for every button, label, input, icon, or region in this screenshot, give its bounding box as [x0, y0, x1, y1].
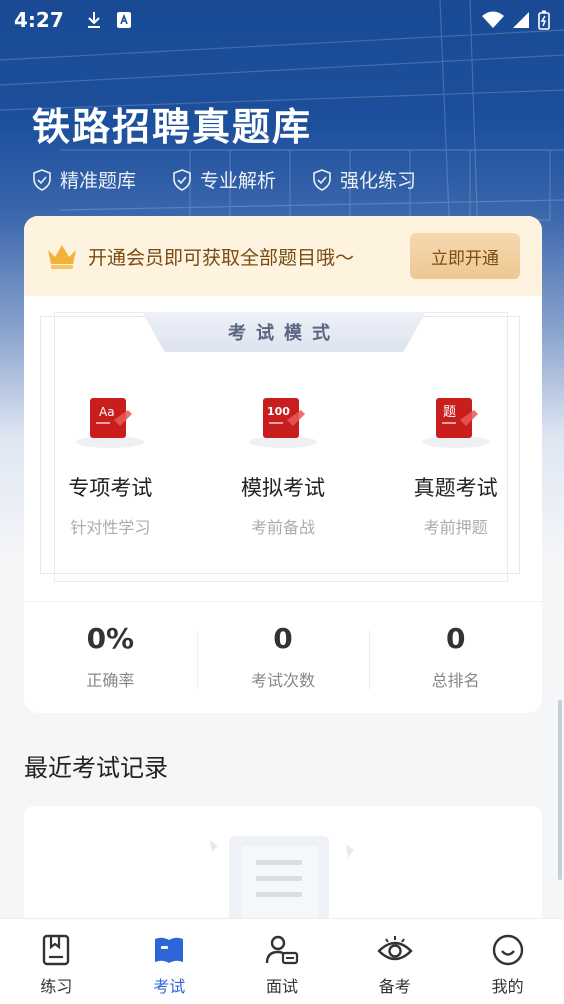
open-vip-button[interactable]: 立即开通 [410, 233, 520, 279]
download-icon [87, 12, 100, 28]
exam-icon [155, 937, 184, 963]
shield-check-icon [173, 168, 191, 191]
stat-label: 正确率 [86, 671, 135, 690]
tab-practice[interactable]: 练习 [0, 919, 113, 1004]
feature-label: 强化练习 [340, 170, 417, 192]
tab-label: 面试 [265, 977, 298, 996]
feature-label: 精准题库 [60, 170, 137, 192]
mode-special-exam[interactable]: Aa 专项考试 针对性学习 [24, 394, 197, 538]
tab-label: 练习 [40, 977, 73, 996]
exam-card: 开通会员即可获取全部题目哦～ 立即开通 考试模式 Aa 专项考试 针对性学习 1… [24, 216, 542, 713]
stat-value: 0% [86, 622, 135, 655]
shield-check-icon [313, 168, 331, 191]
practice-icon [43, 934, 70, 966]
feature-item: 精准题库 [32, 166, 136, 193]
feature-item: 专业解析 [172, 166, 276, 193]
status-time: 4:27 [14, 8, 64, 32]
tab-label: 我的 [491, 977, 524, 996]
mode-subtitle: 考前押题 [423, 518, 488, 537]
bottom-tab-bar: 练习 考试 面试 备考 我的 [0, 918, 564, 1004]
real-exam-icon-text: 题 [443, 405, 456, 420]
mode-label: 专项考试 [68, 476, 153, 500]
profile-icon [492, 934, 523, 966]
feature-item: 强化练习 [312, 166, 416, 193]
stat-value: 0 [445, 622, 466, 655]
vip-text: 开通会员即可获取全部题目哦～ [88, 246, 355, 269]
real-exam-icon: 题 [416, 394, 496, 450]
tab-profile[interactable]: 我的 [451, 919, 564, 1004]
interview-icon [265, 935, 299, 965]
prepare-icon [377, 936, 413, 961]
vip-banner[interactable]: 开通会员即可获取全部题目哦～ 立即开通 [24, 216, 542, 296]
tab-interview[interactable]: 面试 [226, 919, 339, 1004]
special-exam-icon: Aa [70, 394, 150, 450]
mode-subtitle: 针对性学习 [70, 518, 151, 537]
tab-label: 备考 [378, 977, 411, 996]
page-title: 铁路招聘真题库 [32, 105, 313, 149]
mock-exam-icon: 100 [243, 394, 323, 450]
special-exam-icon-text: Aa [99, 405, 115, 419]
stat-label: 考试次数 [251, 671, 316, 690]
exam-mode-list: Aa 专项考试 针对性学习 100 模拟考试 考前备战 题 真题考试 考前押题 [24, 394, 542, 538]
tab-label: 考试 [153, 977, 186, 996]
signal-icon [513, 12, 529, 28]
stat-accuracy: 0% 正确率 [24, 622, 197, 691]
stat-value: 0 [273, 622, 293, 655]
mode-label: 真题考试 [413, 476, 498, 500]
crown-icon [48, 245, 76, 269]
app-notification-icon [116, 12, 131, 28]
mode-mock-exam[interactable]: 100 模拟考试 考前备战 [197, 394, 370, 538]
recent-records-title: 最近考试记录 [24, 754, 168, 782]
shield-check-icon [33, 168, 51, 191]
tab-prepare[interactable]: 备考 [338, 919, 451, 1004]
mode-subtitle: 考前备战 [251, 518, 316, 537]
mock-exam-icon-text: 100 [267, 405, 290, 418]
stat-label: 总排名 [431, 671, 480, 690]
status-bar: 4:27 [0, 0, 564, 40]
exam-mode-title: 考试模式 [142, 312, 426, 352]
empty-state-illustration [210, 836, 354, 926]
scrollbar[interactable] [558, 700, 562, 880]
stats-row: 0% 正确率 0 考试次数 0 总排名 [24, 601, 542, 711]
exam-mode-section: 考试模式 Aa 专项考试 针对性学习 100 模拟考试 考前备战 题 真题考试 … [24, 296, 542, 601]
stat-rank: 0 总排名 [369, 622, 542, 691]
mode-label: 模拟考试 [241, 476, 325, 500]
feature-label: 专业解析 [200, 170, 277, 192]
stat-exam-count: 0 考试次数 [196, 622, 370, 691]
mode-real-exam[interactable]: 题 真题考试 考前押题 [369, 394, 542, 538]
recent-records-card [24, 806, 542, 926]
tab-exam[interactable]: 考试 [113, 919, 226, 1004]
battery-icon [538, 10, 550, 30]
wifi-icon [482, 11, 504, 28]
feature-list: 精准题库 专业解析 强化练习 [32, 166, 416, 193]
